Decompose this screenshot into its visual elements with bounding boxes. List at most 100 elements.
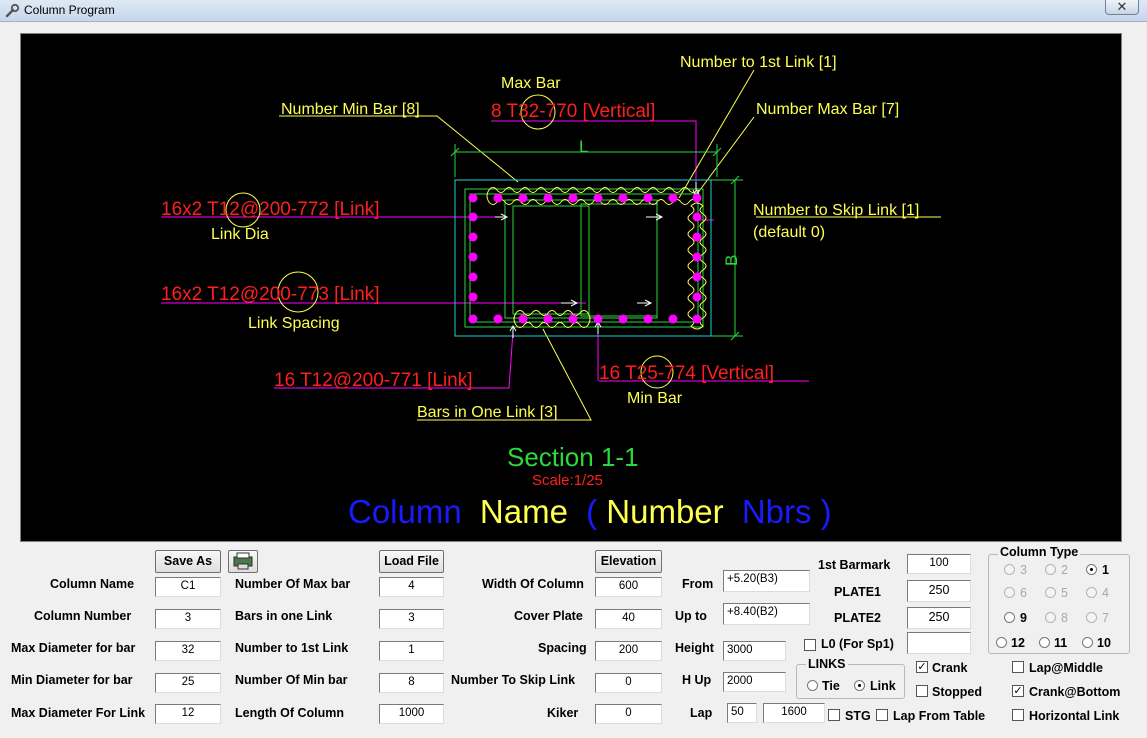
column-type-label-11: 11 xyxy=(1054,636,1068,650)
link-spacing-label: Link Spacing xyxy=(248,315,340,332)
max-dia-bar-field[interactable]: 32 xyxy=(155,641,221,661)
number-min-bar-label: Number Min Bar [8] xyxy=(281,101,420,118)
crank-bottom-checkbox[interactable]: ✓ xyxy=(1012,685,1024,697)
column-type-label-5: 5 xyxy=(1061,586,1068,600)
width-col-field[interactable]: 600 xyxy=(595,577,662,597)
drawing-canvas: L B Max Bar 8 T32-770 [Vertical] Number … xyxy=(20,33,1122,542)
column-type-radio-3[interactable] xyxy=(1004,564,1015,575)
column-type-radio-10[interactable] xyxy=(1082,637,1093,648)
outer-link xyxy=(464,188,704,328)
num-first-link-field[interactable]: 1 xyxy=(379,641,444,661)
lap-from-table-checkbox[interactable] xyxy=(876,709,888,721)
bars-one-link-field[interactable]: 3 xyxy=(379,609,444,629)
plate1-label: PLATE1 xyxy=(834,585,881,599)
column-type-radio-1[interactable] xyxy=(1086,564,1097,575)
column-type-radio-12[interactable] xyxy=(996,637,1007,648)
column-number-label: Column Number xyxy=(34,609,132,623)
num-first-link-label: Number to 1st Link xyxy=(235,641,349,655)
banner-number: Number xyxy=(606,493,723,530)
plate2-field[interactable]: 250 xyxy=(907,607,971,629)
crank-bottom-label: Crank@Bottom xyxy=(1029,685,1121,699)
plate2-label: PLATE2 xyxy=(834,611,881,625)
close-icon: ✕ xyxy=(1116,0,1128,14)
hup-label: H Up xyxy=(682,673,712,687)
leader-min-bar xyxy=(279,115,519,183)
link-772-callout: 16x2 T12@200-772 [Link] xyxy=(161,199,380,220)
link-dia-label: Link Dia xyxy=(211,226,269,243)
dim-B: B xyxy=(722,255,741,266)
kiker-label: Kiker xyxy=(547,706,579,720)
column-type-radio-8[interactable] xyxy=(1045,612,1056,623)
max-bar-callout: 8 T32-770 [Vertical] xyxy=(491,101,655,122)
section-title: Section 1-1 xyxy=(507,442,639,472)
min-bar-callout: 16 T25-774 [Vertical] xyxy=(599,363,774,384)
length-col-field[interactable]: 1000 xyxy=(379,704,444,724)
stopped-checkbox[interactable] xyxy=(916,685,928,697)
hup-field[interactable]: 2000 xyxy=(723,672,786,692)
column-type-label-7: 7 xyxy=(1102,611,1109,625)
column-type-label-12: 12 xyxy=(1011,636,1025,650)
load-file-button[interactable]: Load File xyxy=(379,550,444,573)
horizontal-link-checkbox[interactable] xyxy=(1012,709,1024,721)
export-button[interactable] xyxy=(228,550,258,573)
height-field[interactable]: 3000 xyxy=(723,641,786,661)
l0-checkbox[interactable] xyxy=(804,639,816,651)
wavy-links xyxy=(486,187,707,330)
l0-label: L0 (For Sp1) xyxy=(821,637,894,651)
max-dia-link-field[interactable]: 12 xyxy=(155,704,221,724)
check-icon: ✓ xyxy=(917,661,927,673)
link-773-callout: 16x2 T12@200-773 [Link] xyxy=(161,284,380,305)
skip-link-field[interactable]: 0 xyxy=(595,673,662,693)
first-barmark-label: 1st Barmark xyxy=(818,558,891,572)
from-label: From xyxy=(682,577,714,591)
kiker-field[interactable]: 0 xyxy=(595,704,662,724)
column-type-radio-2[interactable] xyxy=(1045,564,1056,575)
num-min-bar-field[interactable]: 8 xyxy=(379,673,444,693)
link-radio[interactable] xyxy=(854,680,865,691)
from-field[interactable]: +5.20(B3) xyxy=(723,570,810,592)
length-col-label: Length Of Column xyxy=(235,706,345,720)
min-dia-bar-field[interactable]: 25 xyxy=(155,673,221,693)
stg-checkbox[interactable] xyxy=(828,709,840,721)
column-type-radio-9[interactable] xyxy=(1004,612,1015,623)
lap-from-table-label: Lap From Table xyxy=(893,709,986,723)
crank-checkbox[interactable]: ✓ xyxy=(916,661,928,673)
column-type-title: Column Type xyxy=(998,545,1081,559)
printer-icon xyxy=(233,552,253,570)
elevation-button[interactable]: Elevation xyxy=(595,550,662,573)
banner-nbrs: Nbrs xyxy=(742,493,812,530)
wrench-icon xyxy=(5,3,20,18)
column-type-radio-6[interactable] xyxy=(1004,587,1015,598)
number-skip-link-label: Number to Skip Link [1] xyxy=(753,202,919,219)
min-dia-bar-label: Min Diameter for bar xyxy=(11,673,133,687)
tie-radio[interactable] xyxy=(807,680,818,691)
column-type-radio-5[interactable] xyxy=(1045,587,1056,598)
lap-middle-checkbox[interactable] xyxy=(1012,661,1024,673)
close-button[interactable]: ✕ xyxy=(1105,0,1139,15)
input-panel: Save As Load File Elevation Column Name … xyxy=(0,545,1147,738)
column-type-label-3: 3 xyxy=(1020,563,1027,577)
lap-middle-label: Lap@Middle xyxy=(1029,661,1103,675)
column-name-field[interactable]: C1 xyxy=(155,577,221,597)
num-max-bar-field[interactable]: 4 xyxy=(379,577,444,597)
spacing-field[interactable]: 200 xyxy=(595,641,662,661)
column-name-banner: Column Name ( Number Nbrs ) xyxy=(348,493,832,530)
l0-field[interactable] xyxy=(907,632,971,654)
horizontal-link-label: Horizontal Link xyxy=(1029,709,1120,723)
upto-field[interactable]: +8.40(B2) xyxy=(723,603,810,625)
column-type-radio-7[interactable] xyxy=(1086,612,1097,623)
first-barmark-field[interactable]: 100 xyxy=(907,554,971,574)
save-as-button[interactable]: Save As xyxy=(155,550,221,573)
plate1-field[interactable]: 250 xyxy=(907,580,971,602)
cover-plate-field[interactable]: 40 xyxy=(595,609,662,629)
link-label: Link xyxy=(870,679,896,693)
column-type-label-8: 8 xyxy=(1061,611,1068,625)
column-type-radio-4[interactable] xyxy=(1086,587,1097,598)
lap-field-1[interactable]: 50 xyxy=(727,703,757,723)
leader-max-bar xyxy=(696,116,755,195)
number-max-bar-label: Number Max Bar [7] xyxy=(756,101,899,118)
column-type-radio-11[interactable] xyxy=(1039,637,1050,648)
column-number-field[interactable]: 3 xyxy=(155,609,221,629)
lap-field-2[interactable]: 1600 xyxy=(763,703,825,723)
skip-link-label: Number To Skip Link xyxy=(451,673,576,687)
